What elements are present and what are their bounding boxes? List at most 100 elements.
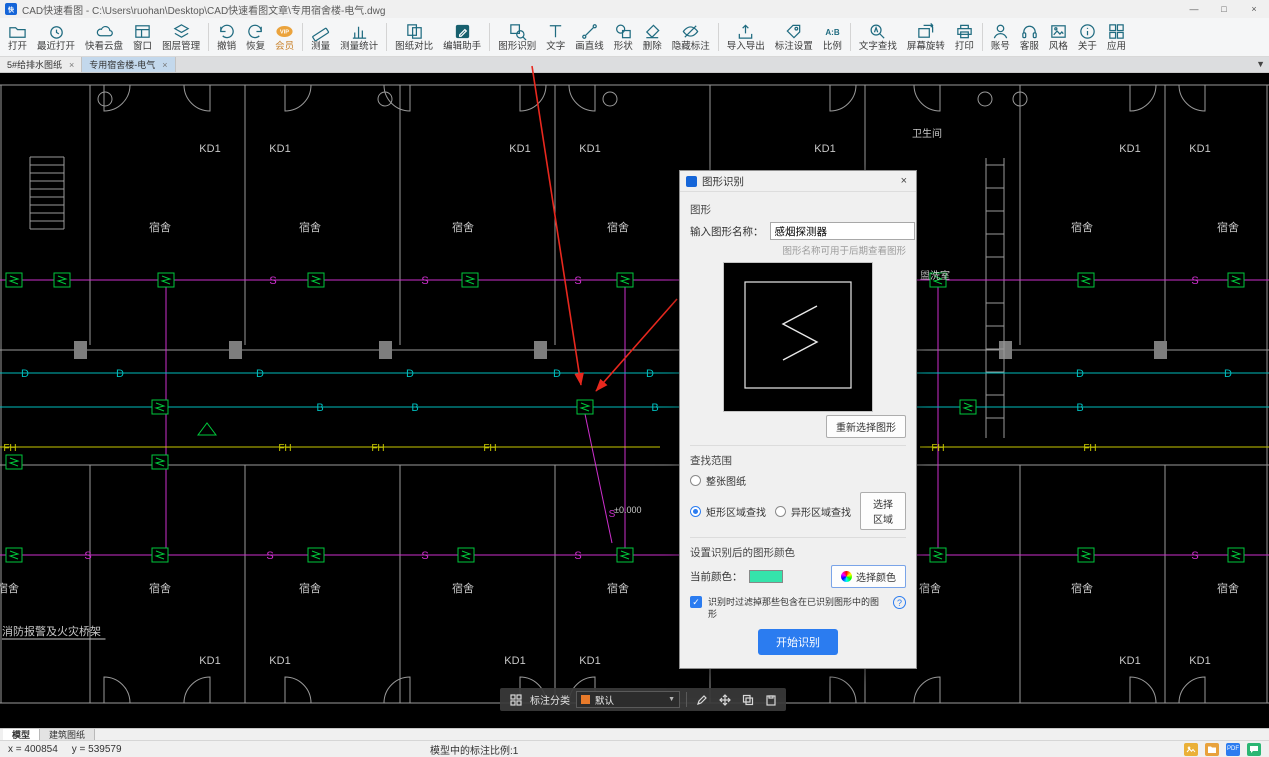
toolbar-recent-open-button[interactable]: 最近打开 — [32, 18, 80, 56]
select-color-button[interactable]: 选择颜色 — [831, 565, 906, 588]
svg-text:S: S — [574, 275, 581, 287]
tab-close-icon[interactable]: × — [69, 60, 74, 70]
annotation-edit-button[interactable] — [693, 691, 710, 708]
toolbar-shape-recognition-button[interactable]: 图形识别 — [493, 18, 541, 56]
svg-text:宿舍: 宿舍 — [607, 581, 629, 595]
shape-section-label: 图形 — [690, 202, 906, 217]
annotation-divider — [686, 692, 687, 707]
svg-text:宿舍: 宿舍 — [1071, 220, 1093, 234]
toolbar-drawing-compare-button[interactable]: 图纸对比 — [390, 18, 438, 56]
vip-member-icon: VIP — [275, 22, 294, 41]
drawing-canvas[interactable]: KD1KD1KD1KD1KD1KD1KD1KD1KD1KD1KD1KD1KD1K… — [0, 73, 1269, 728]
toolbar-import-export-button[interactable]: 导入导出 — [722, 18, 770, 56]
svg-text:S: S — [421, 550, 428, 562]
close-button[interactable]: × — [1239, 0, 1269, 18]
svg-text:KD1: KD1 — [199, 143, 220, 155]
toolbar-print-button[interactable]: 打印 — [950, 18, 979, 56]
svg-text:KD1: KD1 — [504, 655, 525, 667]
chat-icon[interactable] — [1247, 743, 1261, 756]
document-tab[interactable]: 5#给排水图纸× — [0, 57, 82, 72]
about-icon — [1078, 22, 1097, 41]
svg-text:VIP: VIP — [280, 30, 289, 36]
toolbar-scale-button[interactable]: A:B比例 — [818, 18, 847, 56]
svg-text:KD1: KD1 — [1119, 143, 1140, 155]
dialog-app-icon — [686, 176, 697, 187]
pdf-icon[interactable]: PDF — [1226, 743, 1240, 756]
toolbar-text-button[interactable]: 文字 — [541, 18, 570, 56]
toolbar-edit-assistant-button[interactable]: 编辑助手 — [438, 18, 486, 56]
start-recognition-button[interactable]: 开始识别 — [758, 629, 838, 655]
annotation-paste-button[interactable] — [762, 691, 779, 708]
radio-poly-area[interactable]: 异形区域查找 — [775, 504, 851, 519]
import-export-icon — [736, 22, 755, 41]
svg-text:FH: FH — [3, 443, 16, 454]
toolbar-divider — [850, 23, 851, 51]
toolbar-about-button[interactable]: 关于 — [1073, 18, 1102, 56]
svg-text:盥洗室: 盥洗室 — [920, 269, 950, 282]
reselect-shape-button[interactable]: 重新选择图形 — [826, 415, 906, 438]
toolbar-window-button[interactable]: 窗口 — [128, 18, 157, 56]
dialog-titlebar[interactable]: 图形识别 × — [680, 171, 916, 192]
image-icon[interactable] — [1184, 743, 1198, 756]
sheet-tab[interactable]: 建筑图纸 — [40, 729, 95, 740]
toolbar-open-button[interactable]: 打开 — [3, 18, 32, 56]
toolbar-delete-button[interactable]: 删除 — [638, 18, 667, 56]
recent-open-icon — [47, 22, 66, 41]
draw-line-icon — [580, 22, 599, 41]
toolbar-theme-button[interactable]: 风格 — [1044, 18, 1073, 56]
filter-checkbox[interactable]: ✓ — [690, 596, 702, 608]
toolbar-measure-button[interactable]: 测量 — [306, 18, 335, 56]
svg-text:宿舍: 宿舍 — [452, 220, 474, 234]
toolbar-measure-stats-button[interactable]: 测量统计 — [335, 18, 383, 56]
cloud-drive-icon — [95, 22, 114, 41]
toolbar-cloud-drive-button[interactable]: 快看云盘 — [80, 18, 128, 56]
toolbar-annotation-settings-button[interactable]: 标注设置 — [770, 18, 818, 56]
shape-recognition-dialog: 图形识别 × 图形 输入图形名称： 图形名称可用于后期查看图形 重新选择图形 查… — [679, 170, 917, 669]
toolbar-redo-button[interactable]: 恢复 — [241, 18, 270, 56]
toolbar-hide-annotation-button[interactable]: 隐藏标注 — [667, 18, 715, 56]
svg-text:宿舍: 宿舍 — [1071, 581, 1093, 595]
svg-text:宿舍: 宿舍 — [299, 220, 321, 234]
window-title: CAD快速看图 - C:\Users\ruohan\Desktop\CAD快速看… — [22, 2, 385, 17]
svg-text:S: S — [1191, 275, 1198, 287]
toolbar-undo-button[interactable]: 撤销 — [212, 18, 241, 56]
svg-text:宿舍: 宿舍 — [1217, 220, 1239, 234]
toolbar-layer-manager-button[interactable]: 图层管理 — [157, 18, 205, 56]
shape-name-label: 输入图形名称： — [690, 224, 764, 239]
shape-name-input[interactable] — [770, 222, 915, 240]
annotation-move-button[interactable] — [716, 691, 733, 708]
toolbar-rotate-screen-button[interactable]: 屏幕旋转 — [902, 18, 950, 56]
toolbar-support-button[interactable]: 客服 — [1015, 18, 1044, 56]
tab-close-icon[interactable]: × — [162, 60, 167, 70]
category-selected-value: 默认 — [595, 693, 663, 707]
collapse-toolbar-icon[interactable]: ▼ — [1256, 59, 1265, 69]
document-tabbar: 5#给排水图纸×专用宿舍楼-电气× ▼ — [0, 57, 1269, 73]
toolbar-apps-button[interactable]: 应用 — [1102, 18, 1131, 56]
shape-name-hint: 图形名称可用于后期查看图形 — [690, 243, 906, 257]
toolbar-find-text-button[interactable]: 文字查找 — [854, 18, 902, 56]
toolbar-vip-member-button[interactable]: VIP会员 — [270, 18, 299, 56]
help-icon[interactable]: ? — [893, 596, 906, 609]
svg-text:KD1: KD1 — [814, 143, 835, 155]
annotation-copy-button[interactable] — [739, 691, 756, 708]
svg-text:卫生间: 卫生间 — [912, 127, 942, 140]
toolbar-account-button[interactable]: 账号 — [986, 18, 1015, 56]
document-tab[interactable]: 专用宿舍楼-电气× — [82, 57, 175, 72]
select-area-button[interactable]: 选择区域 — [860, 492, 906, 530]
toolbar-divider — [386, 23, 387, 51]
radio-rect-area[interactable]: 矩形区域查找 — [690, 504, 766, 519]
current-color-swatch — [749, 570, 783, 583]
annotation-category-dropdown[interactable]: 默认 ▼ — [576, 691, 680, 708]
folder-icon[interactable] — [1205, 743, 1219, 756]
dialog-close-icon[interactable]: × — [898, 175, 910, 187]
toolbar-divider — [718, 23, 719, 51]
support-icon — [1020, 22, 1039, 41]
sheet-tab[interactable]: 模型 — [3, 729, 40, 740]
maximize-button[interactable]: □ — [1209, 0, 1239, 18]
toolbar-divider — [982, 23, 983, 51]
radio-whole-drawing[interactable]: 整张图纸 — [690, 473, 906, 488]
toolbar-shapes-button[interactable]: 形状 — [609, 18, 638, 56]
annotation-grid-icon — [507, 691, 524, 708]
minimize-button[interactable]: — — [1179, 0, 1209, 18]
toolbar-draw-line-button[interactable]: 画直线 — [570, 18, 609, 56]
